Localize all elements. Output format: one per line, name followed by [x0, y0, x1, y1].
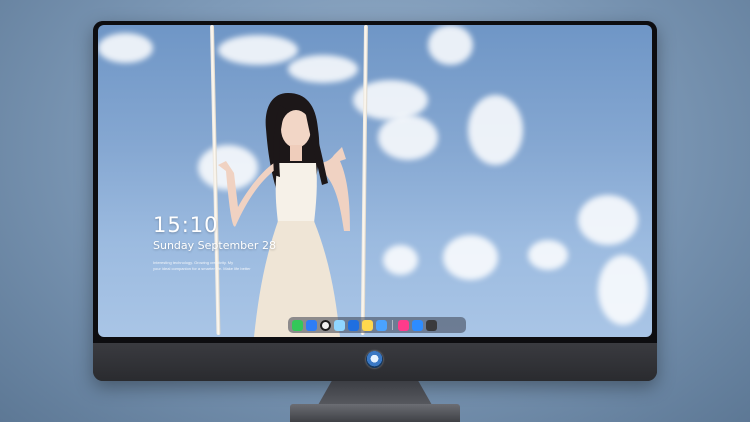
cloud	[578, 195, 638, 245]
cloud	[288, 55, 358, 83]
cloud	[428, 25, 473, 65]
monitor-bezel: 15:10 Sunday September 28 Interesting te…	[93, 21, 657, 343]
dock	[288, 317, 466, 333]
cloud	[98, 33, 153, 63]
photos-icon[interactable]	[334, 319, 345, 331]
finder-icon[interactable]	[306, 319, 317, 331]
notes-icon[interactable]	[362, 319, 373, 331]
app-store-icon[interactable]	[376, 319, 387, 331]
lock-screen[interactable]: 15:10 Sunday September 28 Interesting te…	[98, 25, 652, 337]
clapper-icon[interactable]	[348, 319, 359, 331]
cloud	[378, 115, 438, 160]
cloud	[383, 245, 418, 275]
wallpaper-person	[218, 93, 350, 337]
brand-logo-icon	[366, 351, 383, 368]
cloud	[443, 235, 498, 280]
cloud	[528, 240, 568, 270]
cloud	[218, 35, 298, 65]
appstore-a-icon[interactable]	[412, 319, 423, 331]
safari-icon[interactable]	[320, 319, 331, 331]
terminal-icon[interactable]	[426, 319, 437, 331]
monitor: 15:10 Sunday September 28 Interesting te…	[93, 21, 657, 381]
lock-screen-date: Sunday September 28	[153, 239, 276, 252]
cloud	[468, 95, 523, 165]
music-icon[interactable]	[398, 319, 409, 331]
dock-separator	[392, 320, 393, 330]
lock-screen-time: 15:10	[153, 213, 219, 237]
lock-screen-tagline: Interesting technology. Growing creativi…	[153, 260, 263, 272]
tagline-line-2: your ideal companion for a smarter life.…	[153, 266, 251, 271]
monitor-stand-base	[290, 404, 460, 422]
messages-icon[interactable]	[292, 319, 303, 331]
monitor-stand-neck	[318, 381, 432, 405]
cloud	[598, 255, 648, 325]
